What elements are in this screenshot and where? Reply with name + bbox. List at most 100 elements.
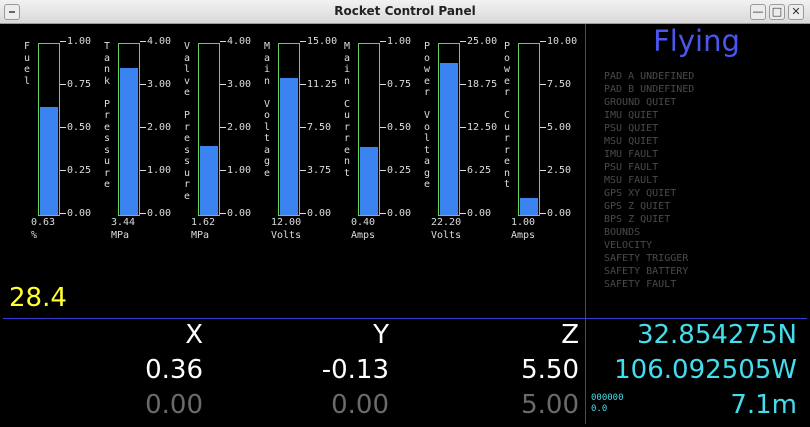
gauge-bar [118, 43, 140, 216]
gauge-power-voltage: P o w e r V o l t a g e 25.00 18.75 12.50 6.… [415, 36, 497, 251]
gauge-fill [40, 107, 58, 215]
status-flag: IMU QUIET [604, 110, 659, 121]
gauge-power-current: P o w e r C u r r e n t 10.00 7.50 5.00 2.50… [495, 36, 577, 251]
gauge-tick-label: 3.00 [220, 79, 251, 90]
gauge-value: 0.40 [351, 217, 376, 228]
gauge-fill [360, 146, 378, 215]
gauge-tick-label: 25.00 [460, 36, 497, 47]
gauge-tick-label: 7.50 [300, 122, 331, 133]
gauge-value: 0.63 [31, 217, 56, 228]
gauge-label: T a n k P r e s s u r e [103, 41, 111, 190]
gauge-bar [438, 43, 460, 216]
gauge-value: 22.20 [431, 217, 462, 228]
gauge-bar [38, 43, 60, 216]
control-panel: F u e l 1.00 0.75 0.50 0.25 0.00 0.63% T a n k … [3, 24, 807, 424]
gauge-tick-label: 3.75 [300, 165, 331, 176]
gauge-unit: Volts [271, 230, 302, 241]
gps-aux-readout: 000000 0.0 [591, 393, 624, 415]
gauge-bar [198, 43, 220, 216]
gps-aux-line-2: 0.0 [591, 404, 608, 414]
gauge-fuel: F u e l 1.00 0.75 0.50 0.25 0.00 0.63% [15, 36, 95, 251]
axis-label-x: X [185, 320, 203, 350]
gauge-main-current: M a i n C u r r e n t 1.00 0.75 0.50 0.25 0.0… [335, 36, 415, 251]
gauge-fill [520, 197, 538, 215]
gauge-tick-label: 18.75 [460, 79, 497, 90]
gauge-unit: Amps [511, 230, 536, 241]
gauge-unit: MPa [191, 230, 210, 241]
gauge-unit: Amps [351, 230, 376, 241]
maximize-button[interactable]: □ [769, 4, 785, 20]
gauge-unit: MPa [111, 230, 130, 241]
status-flag: IMU FAULT [604, 149, 659, 160]
status-flag: BOUNDS [604, 227, 641, 238]
mission-timer: 28.4 [9, 283, 67, 313]
gauge-label: P o w e r V o l t a g e [423, 41, 431, 190]
close-button[interactable]: ✕ [788, 4, 804, 20]
status-flag: PSU FAULT [604, 162, 659, 173]
gauge-main-voltage: M a i n V o l t a g e 15.00 11.25 7.50 3.75 0… [255, 36, 337, 251]
status-flag: PAD A UNDEFINED [604, 71, 695, 82]
gauge-fill [200, 145, 218, 215]
gauge-fill [120, 67, 138, 215]
gauge-tick-label: 7.50 [540, 79, 571, 90]
gauge-tick-label: 0.75 [380, 79, 411, 90]
gauge-tick-label: 12.50 [460, 122, 497, 133]
gauge-unit: Volts [431, 230, 462, 241]
gauge-tick-label: 0.50 [380, 122, 411, 133]
gauge-tick-label: 1.00 [60, 36, 91, 47]
gauge-tick-label: 1.00 [140, 165, 171, 176]
current-z: 5.50 [521, 355, 579, 385]
gauge-valve-pressure: V a l v e P r e s s u r e 4.00 3.00 2.00 1.0… [175, 36, 255, 251]
status-flag: BPS Z QUIET [604, 214, 671, 225]
title-bar: Rocket Control Panel — □ ✕ [0, 0, 810, 24]
gauge-value: 1.62 [191, 217, 216, 228]
status-flag: MSU FAULT [604, 175, 659, 186]
current-x: 0.36 [145, 355, 203, 385]
current-y: -0.13 [321, 355, 389, 385]
gauge-tick-label: 3.00 [140, 79, 171, 90]
flight-state: Flying [653, 24, 740, 58]
gauge-tank-pressure: T a n k P r e s s u r e 4.00 3.00 2.00 1.00 0… [95, 36, 175, 251]
gauge-bar [278, 43, 300, 216]
status-flag: VELOCITY [604, 240, 653, 251]
status-flag: SAFETY BATTERY [604, 266, 689, 277]
reference-x: 0.00 [145, 390, 203, 420]
status-panel: Flying PAD A UNDEFINED PAD B UNDEFINED GRO… [586, 24, 807, 318]
gauge-value: 12.00 [271, 217, 302, 228]
gauge-value: 3.44 [111, 217, 136, 228]
gauge-scale: 10.00 7.50 5.00 2.50 0.00 [540, 36, 590, 221]
gauge-label: V a l v e P r e s s u r e [183, 41, 191, 202]
status-flag: PSU QUIET [604, 123, 659, 134]
status-flag-list: PAD A UNDEFINED PAD B UNDEFINED GROUND QUI… [604, 70, 694, 291]
gauge-unit: % [31, 230, 38, 241]
gauge-tick-label: 15.00 [300, 36, 337, 47]
status-flag: SAFETY FAULT [604, 279, 677, 290]
gauge-tick-label: 11.25 [300, 79, 337, 90]
gps-longitude: 106.092505W [614, 355, 797, 385]
axis-label-y: Y [373, 320, 389, 350]
axis-label-z: Z [561, 320, 579, 350]
gauge-bar [518, 43, 540, 216]
gauge-tick-label: 1.00 [380, 36, 411, 47]
gps-altitude: 7.1m [730, 390, 797, 420]
gauge-tick-label: 6.25 [460, 165, 491, 176]
gauge-tick-label: 0.25 [60, 165, 91, 176]
gauge-tick-label: 0.75 [60, 79, 91, 90]
gauge-fill [440, 63, 458, 215]
window-title: Rocket Control Panel [334, 4, 476, 18]
gauge-bar [358, 43, 380, 216]
minimize-button[interactable]: — [750, 4, 766, 20]
gps-aux-line-1: 000000 [591, 393, 624, 403]
gauge-tick-label: 4.00 [220, 36, 251, 47]
reference-z: 5.00 [521, 390, 579, 420]
status-flag: GPS Z QUIET [604, 201, 671, 212]
gauge-tick-label: 5.00 [540, 122, 571, 133]
status-flag: PAD B UNDEFINED [604, 84, 695, 95]
gauge-tick-label: 10.00 [540, 36, 577, 47]
gauge-tick-label: 4.00 [140, 36, 171, 47]
gauge-tick-label: 2.50 [540, 165, 571, 176]
status-flag: GPS XY QUIET [604, 188, 677, 199]
reference-y: 0.00 [331, 390, 389, 420]
status-flag: GROUND QUIET [604, 97, 677, 108]
gauge-fill [280, 78, 298, 215]
